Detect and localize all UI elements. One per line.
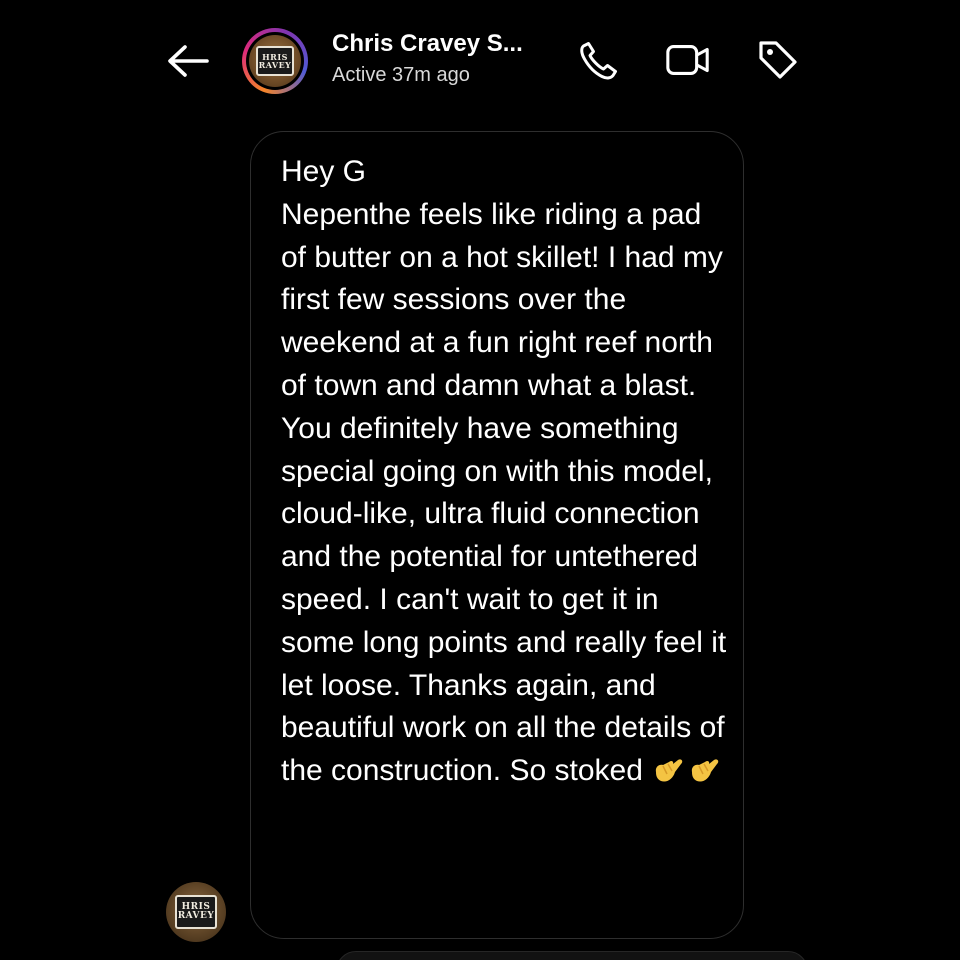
call-me-hand-emoji (655, 759, 683, 782)
message-body: Hey G Nepenthe feels like riding a pad o… (281, 151, 731, 793)
contact-name[interactable]: Chris Cravey S... (332, 30, 523, 58)
arrow-left-icon (168, 45, 209, 77)
chris-cravey-logo: HRIS RAVEY (249, 35, 301, 87)
dm-thread-screen: HRIS RAVEY Chris Cravey S... Active 37m … (0, 0, 960, 960)
logo-line-2: RAVEY (258, 60, 292, 70)
message-text: Hey G Nepenthe feels like riding a pad o… (281, 155, 727, 788)
video-camera-icon (666, 45, 709, 75)
call-me-hand-emoji (691, 759, 719, 782)
avatar-inner: HRIS RAVEY (246, 32, 304, 90)
tag-icon (759, 41, 797, 79)
video-call-button[interactable] (664, 36, 712, 84)
tag-button[interactable] (754, 36, 802, 84)
message-composer[interactable] (336, 951, 808, 960)
phone-icon (580, 42, 617, 80)
chat-header: HRIS RAVEY Chris Cravey S... Active 37m … (0, 0, 960, 120)
back-button[interactable] (162, 38, 214, 84)
voice-call-button[interactable] (574, 36, 622, 84)
active-status: Active 37m ago (332, 64, 470, 86)
contact-avatar[interactable]: HRIS RAVEY (242, 28, 308, 94)
sender-logo-line-2: RAVEY (177, 911, 215, 921)
sender-avatar[interactable]: HRIS RAVEY (166, 882, 226, 942)
logo-badge: HRIS RAVEY (256, 46, 294, 76)
sender-logo-badge: HRIS RAVEY (175, 895, 217, 929)
emoji-group (651, 752, 721, 786)
